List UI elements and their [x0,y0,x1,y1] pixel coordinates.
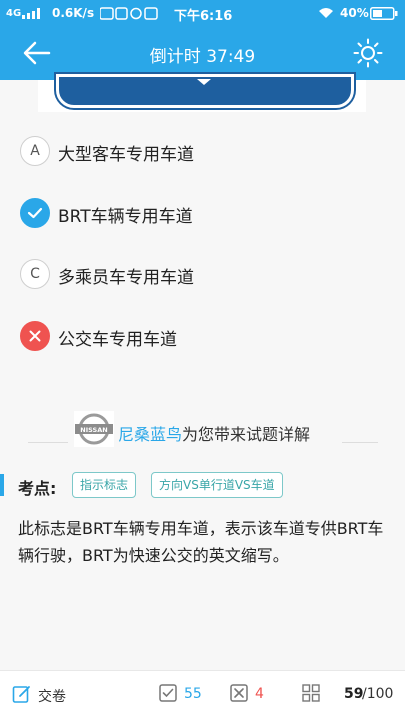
wifi-icon [319,8,333,18]
tag-sign-type[interactable]: 指示标志 [72,472,137,498]
nissan-logo-graphic: NISSAN [75,413,113,445]
network-type: 4G [6,8,22,19]
svg-text:NISSAN: NISSAN [80,426,107,434]
progress-total: /100 [362,686,394,702]
sponsor-line: 尼桑蓝鸟为您带来试题详解 [118,421,310,445]
progress-current: 59 [344,686,364,702]
sponsor-brand: 尼桑蓝鸟 [118,425,183,444]
option-c-text: 多乘员车专用车道 [58,268,194,288]
network-speed: 0.6K/s [52,6,95,20]
signal-icon [22,8,40,19]
exam-header: 倒计时 37:49 [0,26,405,80]
countdown-title: 倒计时 37:49 [149,47,256,67]
option-d-text: 公交车专用车道 [58,330,177,350]
clock: 下午6:16 [174,9,233,24]
checkbox-icon [159,684,177,702]
check-icon [27,207,43,219]
option-c-badge: C [20,259,50,289]
option-a-text: 大型客车专用车道 [58,145,194,165]
notification-icons [100,7,158,20]
submit-label: 交卷 [38,689,66,705]
sponsor-text: 为您带来试题详解 [182,425,311,444]
question-sign-image [38,74,366,112]
key-point-label: 考点: [18,479,57,498]
brightness-button[interactable] [353,38,383,68]
divider-left [28,442,68,443]
battery-percent: 40% [340,6,369,20]
x-box-icon [230,684,248,702]
status-bar: 4G 0.6K/s 下午6:16 40% [0,0,405,26]
option-b-badge [20,198,50,228]
sign-panel [56,74,354,108]
correct-count: 55 [184,686,202,702]
option-a-badge: A [20,136,50,166]
tag-topic[interactable]: 方向VS单行道VS车道 [151,472,283,498]
option-b-text: BRT车辆专用车道 [58,207,193,227]
explanation-text: 此标志是BRT车辆专用车道，表示该车道专供BRT车辆行驶，BRT为快速公交的英文… [18,519,384,565]
grid-icon [302,684,320,702]
bottom-toolbar: 交卷 55 4 59 /100 [0,670,405,721]
edit-icon [12,686,30,703]
nissan-logo: NISSAN [74,411,114,447]
close-icon [29,330,41,342]
sign-arrow-icon [197,79,211,85]
sun-icon [353,38,383,68]
battery-icon [370,7,398,20]
wrong-count: 4 [255,686,264,702]
option-d-badge [20,321,50,351]
key-point-marker [0,474,4,496]
divider-right [342,442,378,443]
